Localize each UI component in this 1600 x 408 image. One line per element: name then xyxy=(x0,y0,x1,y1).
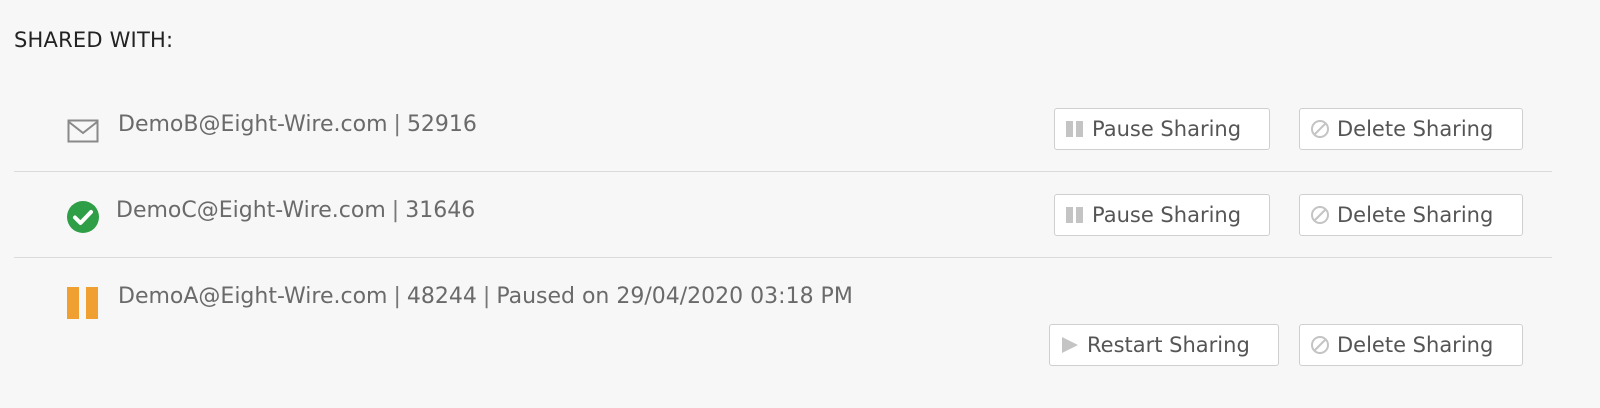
share-info: DemoB@Eight-Wire.com | 52916 xyxy=(118,112,477,137)
delete-sharing-button[interactable]: Delete Sharing xyxy=(1299,324,1523,366)
ban-icon xyxy=(1310,205,1330,225)
restart-sharing-label: Restart Sharing xyxy=(1087,333,1250,357)
pause-sharing-button[interactable]: Pause Sharing xyxy=(1054,194,1270,236)
delete-sharing-label: Delete Sharing xyxy=(1337,333,1494,357)
pause-sharing-button[interactable]: Pause Sharing xyxy=(1054,108,1270,150)
delete-sharing-button[interactable]: Delete Sharing xyxy=(1299,194,1523,236)
share-row: DemoB@Eight-Wire.com | 52916 Pause Sharing… xyxy=(14,86,1552,172)
share-email: DemoA@Eight-Wire.com xyxy=(118,284,388,309)
ban-icon xyxy=(1310,335,1330,355)
share-id: 31646 xyxy=(405,198,476,223)
shared-with-list: DemoB@Eight-Wire.com | 52916 Pause Sharing… xyxy=(14,86,1552,388)
paused-timestamp: Paused on 29/04/2020 03:18 PM xyxy=(496,284,853,309)
delete-sharing-label: Delete Sharing xyxy=(1337,203,1494,227)
check-circle-icon xyxy=(66,201,100,233)
delete-sharing-label: Delete Sharing xyxy=(1337,117,1494,141)
play-icon xyxy=(1060,335,1080,355)
share-email: DemoC@Eight-Wire.com xyxy=(116,198,386,223)
share-email: DemoB@Eight-Wire.com xyxy=(118,112,388,137)
share-row: DemoC@Eight-Wire.com | 31646 Pause Sharing… xyxy=(14,172,1552,258)
separator: | xyxy=(393,284,401,309)
separator: | xyxy=(393,112,401,137)
separator: | xyxy=(391,198,400,223)
pause-icon xyxy=(1065,205,1085,225)
envelope-icon xyxy=(66,115,100,147)
restart-sharing-button[interactable]: Restart Sharing xyxy=(1049,324,1279,366)
share-info: DemoA@Eight-Wire.com | 48244 | Paused on 29/… xyxy=(118,284,853,309)
section-title: SHARED WITH: xyxy=(14,28,174,52)
share-info: DemoC@Eight-Wire.com | 31646 xyxy=(116,198,475,223)
pause-sharing-label: Pause Sharing xyxy=(1092,117,1242,141)
share-row: DemoA@Eight-Wire.com | 48244 | Paused on 29/… xyxy=(14,258,1552,388)
paused-icon xyxy=(66,287,100,319)
pause-sharing-label: Pause Sharing xyxy=(1092,203,1242,227)
delete-sharing-button[interactable]: Delete Sharing xyxy=(1299,108,1523,150)
ban-icon xyxy=(1310,119,1330,139)
separator: | xyxy=(482,284,491,309)
share-id: 48244 xyxy=(406,284,477,309)
pause-icon xyxy=(1065,119,1085,139)
share-id: 52916 xyxy=(406,112,477,137)
